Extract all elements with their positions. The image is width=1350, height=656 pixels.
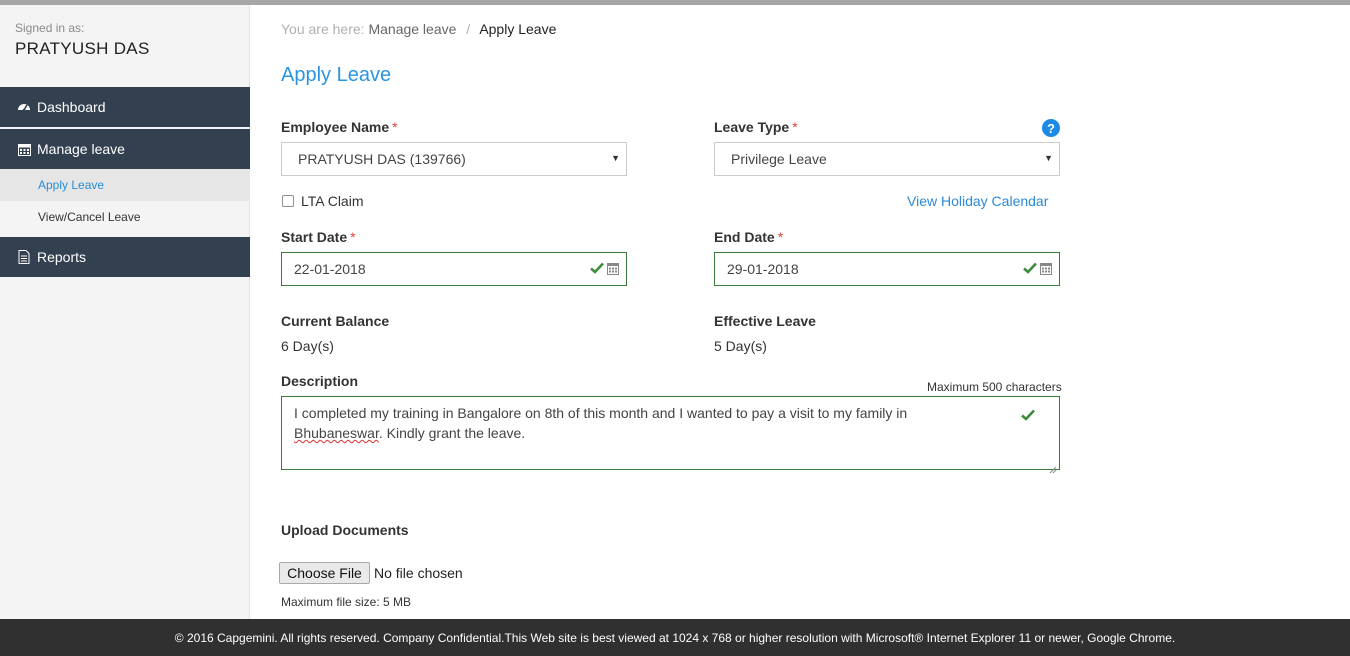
file-status: No file chosen: [374, 565, 463, 581]
breadcrumb: You are here: Manage leave / Apply Leave: [281, 21, 556, 37]
breadcrumb-separator: /: [466, 21, 471, 37]
resize-handle-icon[interactable]: [1049, 459, 1057, 474]
max-file-size-hint: Maximum file size: 5 MB: [281, 595, 412, 609]
footer-text: © 2016 Capgemini. All rights reserved. C…: [174, 630, 1176, 645]
leave-type-label: Leave Type *: [714, 119, 798, 135]
current-balance-value: 6 Day(s): [281, 338, 334, 354]
calendar-icon: [17, 142, 31, 156]
end-date-label-text: End Date: [714, 229, 775, 245]
dashboard-icon: [17, 100, 31, 114]
current-balance-label: Current Balance: [281, 313, 390, 329]
required-mark: *: [392, 119, 398, 135]
user-name: PRATYUSH DAS: [15, 39, 150, 58]
view-holiday-calendar-link[interactable]: View Holiday Calendar: [907, 193, 1048, 209]
checkmark-icon: [1023, 261, 1037, 277]
sidebar-subitem-view-cancel-leave[interactable]: View/Cancel Leave: [0, 201, 250, 233]
required-mark: *: [350, 229, 356, 245]
description-label: Description: [281, 373, 359, 389]
leave-type-label-text: Leave Type: [714, 119, 790, 135]
chevron-down-icon: ▼: [611, 153, 620, 163]
footer: © 2016 Capgemini. All rights reserved. C…: [0, 619, 1350, 656]
effective-leave-value: 5 Day(s): [714, 338, 767, 354]
end-date-input[interactable]: 29-01-2018: [714, 252, 1060, 286]
breadcrumb-current: Apply Leave: [479, 21, 557, 37]
breadcrumb-manage-leave-link[interactable]: Manage leave: [368, 21, 456, 37]
start-date-label: Start Date *: [281, 229, 356, 245]
sidebar-item-reports[interactable]: Reports: [0, 237, 250, 277]
document-icon: [17, 250, 31, 264]
required-mark: *: [792, 119, 798, 135]
signed-in-label: Signed in as:: [15, 21, 85, 35]
start-date-input[interactable]: 22-01-2018: [281, 252, 627, 286]
sidebar-item-dashboard[interactable]: Dashboard: [0, 87, 250, 127]
start-date-label-text: Start Date: [281, 229, 348, 245]
sidebar: Signed in as: PRATYUSH DAS Dashboard Man…: [0, 5, 250, 619]
end-date-label: End Date *: [714, 229, 783, 245]
page-title: Apply Leave: [281, 64, 392, 86]
effective-leave-label: Effective Leave: [714, 313, 816, 329]
sidebar-item-label: Reports: [37, 249, 87, 265]
employee-name-value: PRATYUSH DAS (139766): [298, 151, 466, 167]
sidebar-item-label: Manage leave: [37, 141, 125, 157]
start-date-value: 22-01-2018: [294, 261, 366, 277]
employee-name-label: Employee Name *: [281, 119, 398, 135]
end-date-value: 29-01-2018: [727, 261, 799, 277]
description-text-part: I completed my training in Bangalore on …: [294, 405, 908, 421]
upload-documents-label: Upload Documents: [281, 522, 409, 538]
description-textarea[interactable]: I completed my training in Bangalore on …: [281, 396, 1060, 474]
employee-name-select[interactable]: PRATYUSH DAS (139766) ▼: [281, 142, 627, 176]
employee-name-label-text: Employee Name: [281, 119, 390, 135]
sidebar-item-label: Dashboard: [37, 99, 106, 115]
breadcrumb-prefix: You are here:: [281, 21, 365, 37]
help-icon[interactable]: ?: [1042, 119, 1060, 137]
calendar-icon[interactable]: [1040, 262, 1052, 278]
leave-type-value: Privilege Leave: [731, 151, 827, 167]
checkmark-icon: [590, 261, 604, 277]
calendar-icon[interactable]: [607, 262, 619, 278]
description-misspelled-word: Bhubaneswar: [294, 425, 379, 441]
sidebar-item-manage-leave[interactable]: Manage leave: [0, 129, 250, 169]
required-mark: *: [777, 229, 784, 245]
leave-type-select[interactable]: Privilege Leave ▼: [714, 142, 1060, 176]
checkmark-icon: [1021, 406, 1035, 426]
lta-claim-label: LTA Claim: [301, 193, 364, 209]
choose-file-button[interactable]: Choose File: [279, 562, 370, 584]
lta-claim-checkbox[interactable]: [282, 195, 294, 207]
description-text-part: . Kindly grant the leave.: [378, 425, 526, 441]
sidebar-subitem-apply-leave[interactable]: Apply Leave: [0, 169, 250, 201]
description-max-chars-hint: Maximum 500 characters: [927, 380, 1062, 394]
chevron-down-icon: ▼: [1044, 153, 1053, 163]
